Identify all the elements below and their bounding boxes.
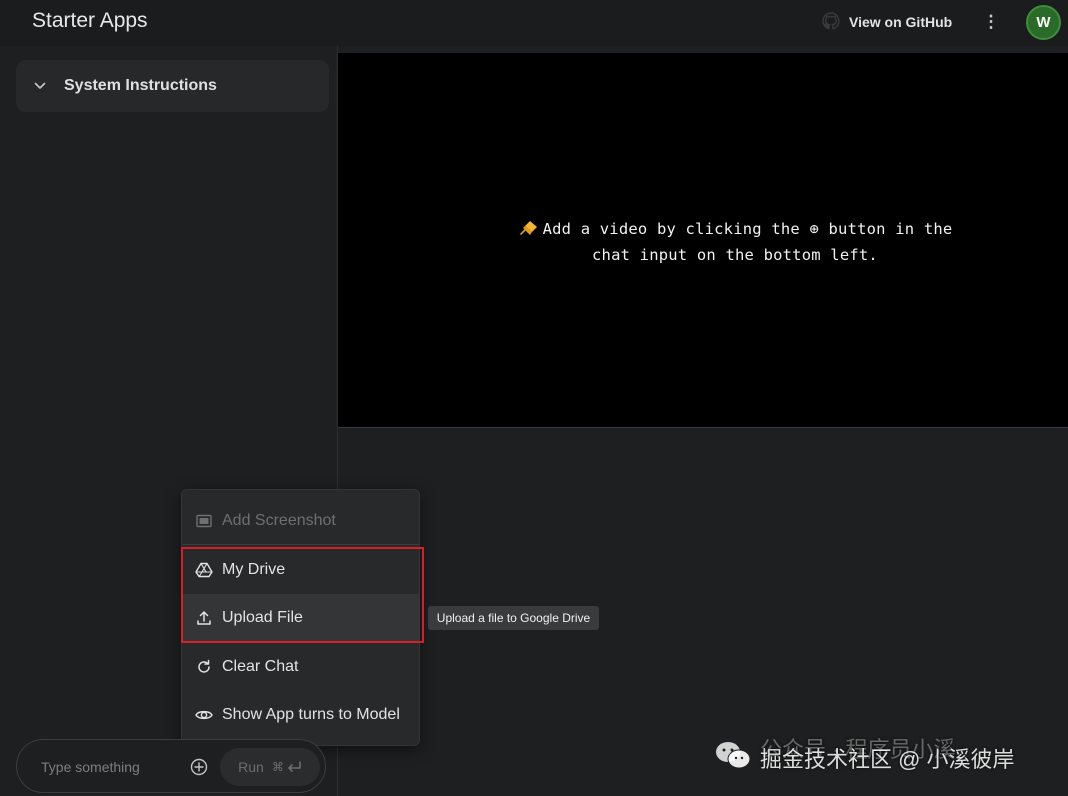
chat-input-bar: Run ⌘ bbox=[16, 739, 326, 793]
top-bar: Starter Apps View on GitHub ⋮ W bbox=[0, 0, 1068, 46]
github-link-label: View on GitHub bbox=[849, 14, 953, 30]
chevron-down-icon bbox=[34, 82, 48, 90]
menu-item-add-screenshot[interactable]: Add Screenshot bbox=[182, 497, 419, 545]
eye-icon bbox=[194, 705, 214, 725]
enter-key-icon bbox=[288, 761, 301, 772]
add-circle-icon bbox=[190, 758, 208, 776]
wechat-icon bbox=[714, 739, 752, 777]
run-shortcut: ⌘ bbox=[272, 760, 302, 774]
add-attachment-button[interactable] bbox=[189, 757, 209, 777]
system-instructions-label: System Instructions bbox=[64, 77, 217, 94]
watermark: 公众号 · 程序员小溪 掘金技术社区 @ 小溪彼岸 bbox=[714, 737, 1015, 778]
menu-divider bbox=[182, 544, 419, 545]
refresh-icon bbox=[194, 657, 214, 677]
video-empty-message: Add a video by clicking the ⊕ button in … bbox=[338, 217, 1068, 267]
menu-item-clear-chat[interactable]: Clear Chat bbox=[182, 643, 419, 691]
video-panel: Add a video by clicking the ⊕ button in … bbox=[338, 53, 1068, 428]
video-message-line2: chat input on the bottom left. bbox=[592, 246, 878, 264]
command-key-label: ⌘ bbox=[271, 760, 284, 774]
run-button[interactable]: Run ⌘ bbox=[220, 748, 320, 786]
drive-icon bbox=[194, 560, 214, 580]
pushpin-icon bbox=[518, 219, 538, 243]
screenshot-icon bbox=[194, 511, 214, 531]
github-icon bbox=[822, 11, 840, 33]
menu-item-upload-file[interactable]: Upload File bbox=[182, 594, 419, 642]
upload-tooltip: Upload a file to Google Drive bbox=[428, 606, 599, 630]
avatar[interactable]: W bbox=[1026, 5, 1061, 40]
chat-input[interactable] bbox=[41, 757, 181, 777]
system-instructions-toggle[interactable]: System Instructions bbox=[16, 60, 329, 112]
attach-menu: Add Screenshot My Drive Upload File Clea… bbox=[181, 489, 420, 746]
menu-item-show-app-turns[interactable]: Show App turns to Model bbox=[182, 691, 419, 739]
more-options-icon[interactable]: ⋮ bbox=[982, 12, 1000, 32]
video-message-line1: Add a video by clicking the ⊕ button in … bbox=[542, 220, 953, 238]
view-on-github-link[interactable]: View on GitHub bbox=[822, 11, 953, 33]
watermark-text: 掘金技术社区 @ 小溪彼岸 bbox=[760, 747, 1015, 772]
upload-icon bbox=[194, 608, 214, 628]
menu-item-my-drive[interactable]: My Drive bbox=[182, 546, 419, 594]
run-label: Run bbox=[238, 759, 264, 775]
app-title: Starter Apps bbox=[32, 9, 148, 32]
